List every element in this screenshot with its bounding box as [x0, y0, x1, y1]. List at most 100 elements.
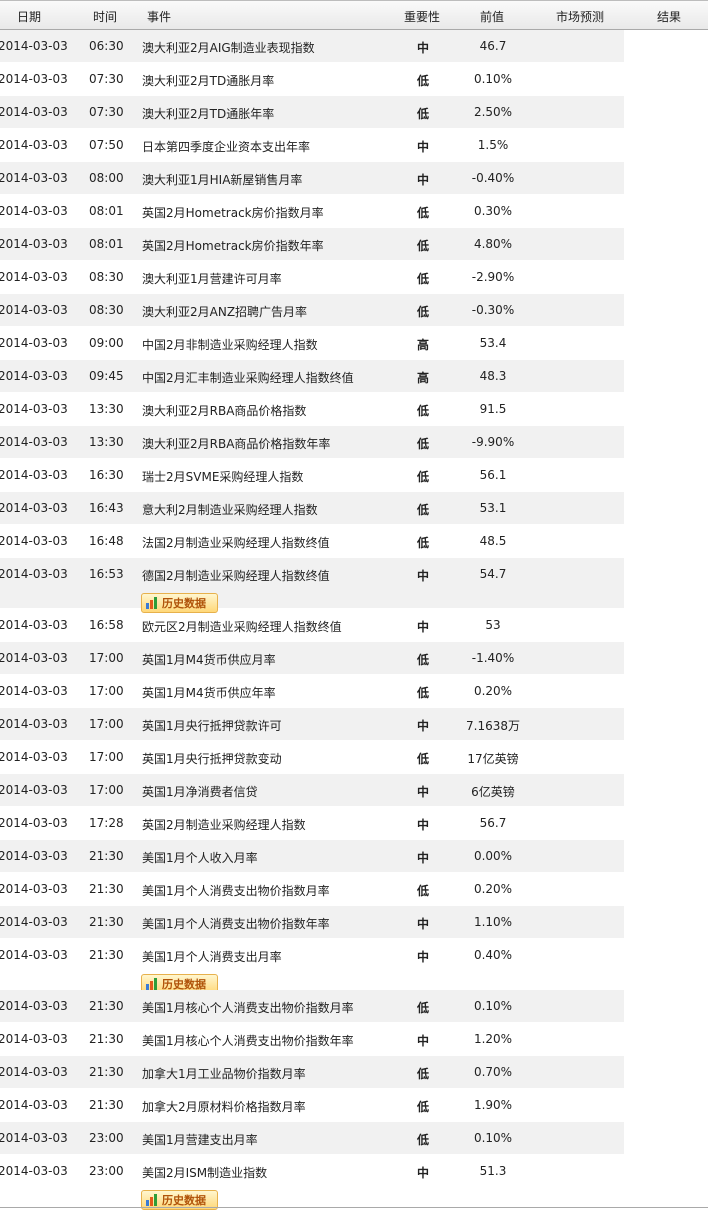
row-event[interactable]: 美国1月个人消费支出物价指数年率	[142, 915, 330, 932]
row-date: 2014-03-03	[0, 1164, 68, 1178]
table-row[interactable]: 2014-03-03 16:30 瑞士2月SVME采购经理人指数 低 56.1	[0, 459, 624, 492]
table-row[interactable]: 2014-03-03 23:00 美国2月ISM制造业指数 中 51.3 历史数据	[0, 1155, 624, 1210]
header-result[interactable]: 结果	[657, 8, 681, 25]
table-row[interactable]: 2014-03-03 17:00 英国1月M4货币供应年率 低 0.20%	[0, 675, 624, 708]
table-row[interactable]: 2014-03-03 08:30 澳大利亚2月ANZ招聘广告月率 低 -0.30%	[0, 294, 624, 327]
row-event[interactable]: 英国2月Hometrack房价指数年率	[142, 237, 324, 254]
header-time[interactable]: 时间	[93, 8, 117, 25]
row-event[interactable]: 澳大利亚2月TD通胀月率	[142, 72, 274, 89]
row-event[interactable]: 瑞士2月SVME采购经理人指数	[142, 468, 303, 485]
row-previous-value: 0.10%	[473, 72, 513, 86]
table-row[interactable]: 2014-03-03 17:00 英国1月央行抵押贷款变动 低 17亿英镑	[0, 741, 624, 774]
row-event[interactable]: 美国1月核心个人消费支出物价指数月率	[142, 999, 354, 1016]
table-row[interactable]: 2014-03-03 07:30 澳大利亚2月TD通胀月率 低 0.10%	[0, 63, 624, 96]
table-row[interactable]: 2014-03-03 08:30 澳大利亚1月营建许可月率 低 -2.90%	[0, 261, 624, 294]
table-row[interactable]: 2014-03-03 16:48 法国2月制造业采购经理人指数终值 低 48.5	[0, 525, 624, 558]
row-event[interactable]: 意大利2月制造业采购经理人指数	[142, 501, 318, 518]
row-previous-value: 53	[485, 618, 501, 632]
row-event[interactable]: 澳大利亚2月RBA商品价格指数	[142, 402, 306, 419]
table-row[interactable]: 2014-03-03 16:58 欧元区2月制造业采购经理人指数终值 中 53	[0, 609, 624, 642]
table-row[interactable]: 2014-03-03 21:30 美国1月个人消费支出月率中 0.40% 历史数据	[0, 939, 624, 994]
table-row[interactable]: 2014-03-03 09:45 中国2月汇丰制造业采购经理人指数终值 高 48.3	[0, 360, 624, 393]
history-data-label: 历史数据	[162, 1194, 206, 1207]
row-event[interactable]: 美国1月个人消费支出物价指数月率	[142, 882, 330, 899]
bar-chart-icon	[146, 597, 157, 609]
row-event[interactable]: 中国2月非制造业采购经理人指数	[142, 336, 318, 353]
row-date: 2014-03-03	[0, 72, 68, 86]
table-row[interactable]: 2014-03-03 08:00 澳大利亚1月HIA新屋销售月率 中 -0.40%	[0, 162, 624, 195]
row-event[interactable]: 英国1月央行抵押贷款许可	[142, 717, 282, 734]
row-date: 2014-03-03	[0, 849, 68, 863]
row-previous-value: 53.1	[479, 501, 507, 515]
row-event[interactable]: 澳大利亚2月AIG制造业表现指数	[142, 39, 315, 56]
table-row[interactable]: 2014-03-03 17:00 英国1月净消费者信贷 中 6亿英镑	[0, 774, 624, 807]
header-importance[interactable]: 重要性	[404, 8, 440, 25]
row-event[interactable]: 欧元区2月制造业采购经理人指数终值	[142, 618, 342, 635]
row-event[interactable]: 中国2月汇丰制造业采购经理人指数终值	[142, 369, 354, 386]
row-event[interactable]: 英国2月Hometrack房价指数月率	[142, 204, 324, 221]
header-forecast[interactable]: 市场预测	[556, 8, 604, 25]
row-event[interactable]: 澳大利亚1月营建许可月率	[142, 270, 282, 287]
row-previous-value: 54.7	[479, 567, 507, 581]
table-row[interactable]: 2014-03-03 21:30 美国1月核心个人消费支出物价指数年率 中 1.20%	[0, 1023, 624, 1056]
table-row[interactable]: 2014-03-03 13:30 澳大利亚2月RBA商品价格指数 低 91.5	[0, 393, 624, 426]
row-event[interactable]: 英国1月M4货币供应年率	[142, 684, 276, 701]
table-row[interactable]: 2014-03-03 07:50 日本第四季度企业资本支出年率 中 1.5%	[0, 129, 624, 162]
row-date: 2014-03-03	[0, 783, 68, 797]
bar-chart-icon	[146, 1194, 157, 1206]
table-row[interactable]: 2014-03-03 17:28 英国2月制造业采购经理人指数 中 56.7	[0, 807, 624, 840]
row-event[interactable]: 德国2月制造业采购经理人指数终值	[142, 567, 330, 584]
row-event[interactable]: 法国2月制造业采购经理人指数终值	[142, 534, 330, 551]
row-date: 2014-03-03	[0, 1065, 68, 1079]
table-row[interactable]: 2014-03-03 08:01 英国2月Hometrack房价指数年率 低 4.80%	[0, 228, 624, 261]
row-event[interactable]: 加拿大2月原材料价格指数月率	[142, 1098, 306, 1115]
row-event[interactable]: 澳大利亚2月TD通胀年率	[142, 105, 274, 122]
row-time: 08:30	[89, 270, 124, 284]
row-date: 2014-03-03	[0, 1032, 68, 1046]
table-row[interactable]: 2014-03-03 06:30 澳大利亚2月AIG制造业表现指数 中 46.7	[0, 30, 624, 63]
table-row[interactable]: 2014-03-03 16:53 德国2月制造业采购经理人指数终值中 54.7 历史数据	[0, 558, 624, 613]
row-previous-value: 48.3	[479, 369, 507, 383]
table-row[interactable]: 2014-03-03 21:30 加拿大1月工业品物价指数月率 低 0.70%	[0, 1056, 624, 1089]
row-event[interactable]: 美国1月个人收入月率	[142, 849, 258, 866]
table-row[interactable]: 2014-03-03 23:00 美国1月营建支出月率 低 0.10%	[0, 1122, 624, 1155]
row-date: 2014-03-03	[0, 1098, 68, 1112]
table-row[interactable]: 2014-03-03 17:00 英国1月央行抵押贷款许可 中 7.1638万	[0, 708, 624, 741]
row-importance: 低	[416, 470, 429, 484]
table-row[interactable]: 2014-03-03 21:30 美国1月个人消费支出物价指数年率 中 1.10%	[0, 906, 624, 939]
row-event[interactable]: 澳大利亚2月ANZ招聘广告月率	[142, 303, 307, 320]
table-row[interactable]: 2014-03-03 16:43 意大利2月制造业采购经理人指数 低 53.1	[0, 492, 624, 525]
row-previous-value: 0.00%	[473, 849, 513, 863]
row-event[interactable]: 美国1月营建支出月率	[142, 1131, 258, 1148]
row-time: 08:30	[89, 303, 124, 317]
table-row[interactable]: 2014-03-03 09:00 中国2月非制造业采购经理人指数 高 53.4	[0, 327, 624, 360]
row-date: 2014-03-03	[0, 567, 68, 581]
table-row[interactable]: 2014-03-03 21:30 美国1月个人消费支出物价指数月率 低 0.20%	[0, 873, 624, 906]
header-previous[interactable]: 前值	[480, 8, 504, 25]
row-event[interactable]: 英国1月净消费者信贷	[142, 783, 258, 800]
table-bottom-border	[0, 1207, 708, 1208]
row-event[interactable]: 日本第四季度企业资本支出年率	[142, 138, 310, 155]
row-event[interactable]: 澳大利亚2月RBA商品价格指数年率	[142, 435, 330, 452]
table-row[interactable]: 2014-03-03 07:30 澳大利亚2月TD通胀年率 低 2.50%	[0, 96, 624, 129]
row-event[interactable]: 英国1月M4货币供应月率	[142, 651, 276, 668]
row-event[interactable]: 加拿大1月工业品物价指数月率	[142, 1065, 306, 1082]
row-importance: 中	[416, 173, 429, 187]
row-event[interactable]: 英国1月央行抵押贷款变动	[142, 750, 282, 767]
row-date: 2014-03-03	[0, 534, 68, 548]
row-event[interactable]: 澳大利亚1月HIA新屋销售月率	[142, 171, 302, 188]
header-event[interactable]: 事件	[147, 8, 171, 25]
row-event[interactable]: 美国2月ISM制造业指数	[142, 1164, 267, 1181]
row-importance: 中	[416, 620, 429, 634]
row-event[interactable]: 美国1月核心个人消费支出物价指数年率	[142, 1032, 354, 1049]
table-row[interactable]: 2014-03-03 08:01 英国2月Hometrack房价指数月率 低 0.30%	[0, 195, 624, 228]
table-row[interactable]: 2014-03-03 17:00 英国1月M4货币供应月率 低 -1.40%	[0, 642, 624, 675]
row-event[interactable]: 英国2月制造业采购经理人指数	[142, 816, 306, 833]
table-row[interactable]: 2014-03-03 21:30 美国1月核心个人消费支出物价指数月率 低 0.10%	[0, 990, 624, 1023]
header-date[interactable]: 日期	[17, 8, 41, 25]
table-row[interactable]: 2014-03-03 21:30 美国1月个人收入月率 中 0.00%	[0, 840, 624, 873]
row-event[interactable]: 美国1月个人消费支出月率	[142, 948, 282, 965]
row-previous-value: -0.30%	[471, 303, 515, 317]
table-row[interactable]: 2014-03-03 13:30 澳大利亚2月RBA商品价格指数年率 低 -9.90%	[0, 426, 624, 459]
table-row[interactable]: 2014-03-03 21:30 加拿大2月原材料价格指数月率 低 1.90%	[0, 1089, 624, 1122]
